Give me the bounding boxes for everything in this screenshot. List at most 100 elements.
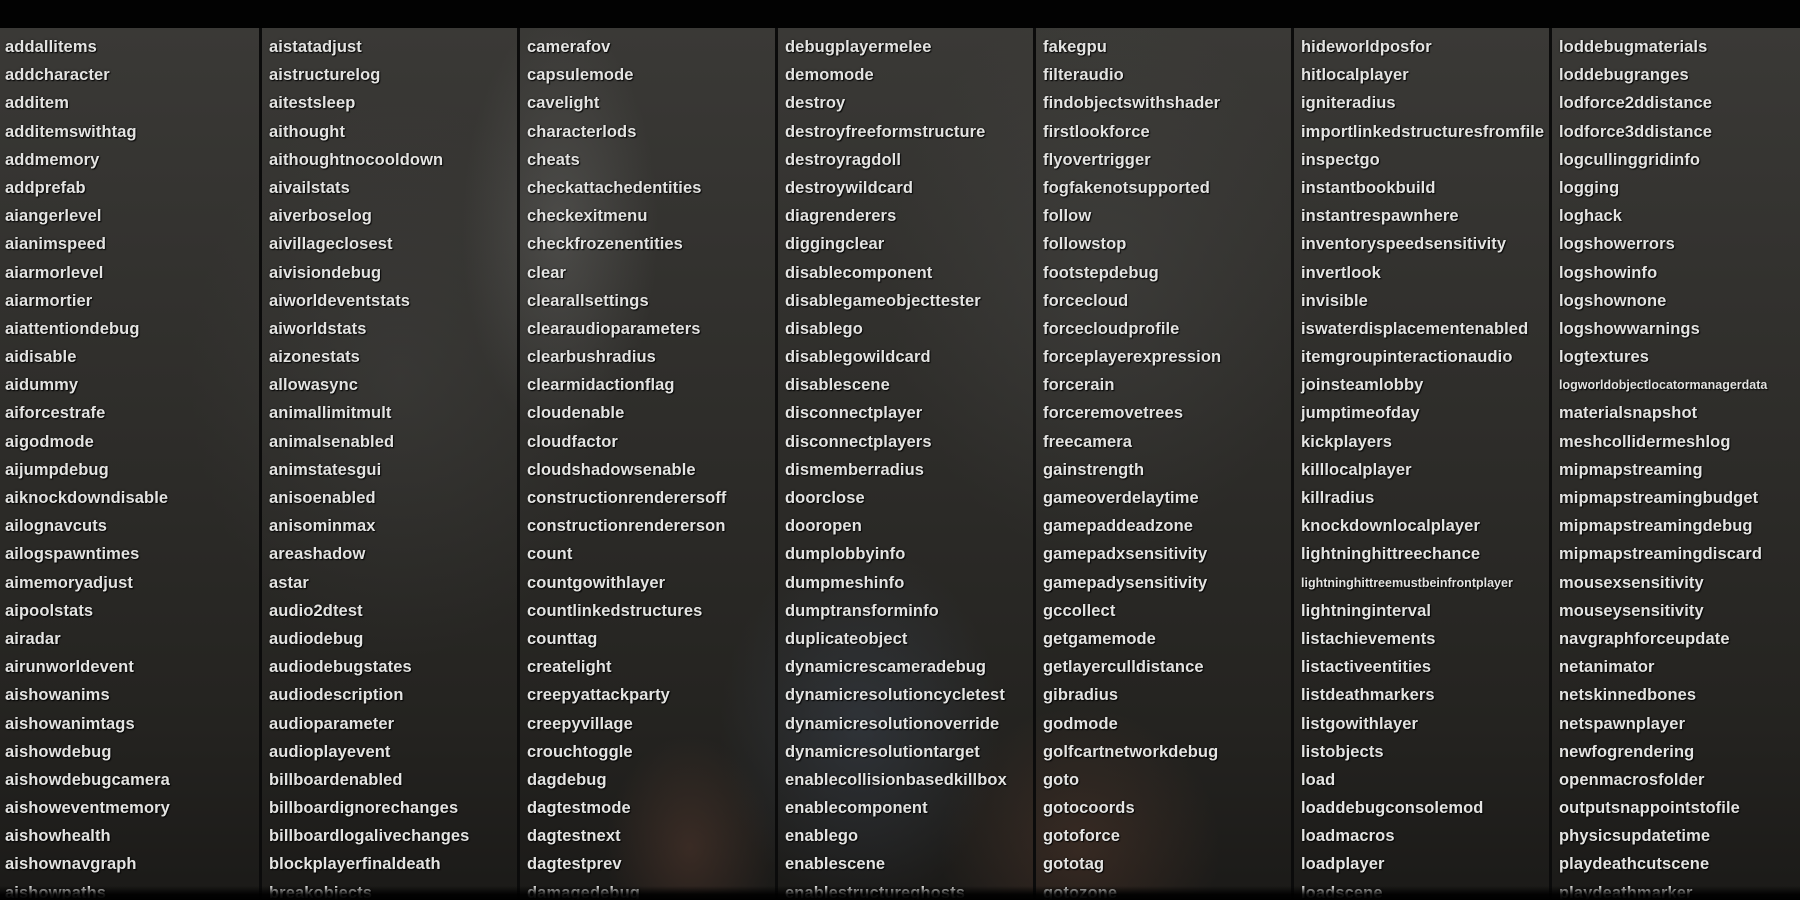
- console-command[interactable]: dumplobbyinfo: [785, 540, 1033, 568]
- console-command[interactable]: netskinnedbones: [1559, 681, 1794, 709]
- console-command[interactable]: followstop: [1043, 230, 1291, 258]
- console-command[interactable]: dumpmeshinfo: [785, 569, 1033, 597]
- console-command[interactable]: audiodebugstates: [269, 653, 517, 681]
- console-command[interactable]: areashadow: [269, 540, 517, 568]
- console-command[interactable]: blockplayerfinaldeath: [269, 850, 517, 878]
- console-command[interactable]: debugplayermelee: [785, 33, 1033, 61]
- console-command[interactable]: loghack: [1559, 202, 1794, 230]
- console-command[interactable]: destroyfreeformstructure: [785, 118, 1033, 146]
- console-command[interactable]: loadmacros: [1301, 822, 1549, 850]
- console-command[interactable]: disablego: [785, 315, 1033, 343]
- console-command[interactable]: aiangerlevel: [5, 202, 259, 230]
- console-command[interactable]: logshownone: [1559, 287, 1794, 315]
- console-command[interactable]: loddebugranges: [1559, 61, 1794, 89]
- console-command[interactable]: aiattentiondebug: [5, 315, 259, 343]
- console-command[interactable]: aiworldeventstats: [269, 287, 517, 315]
- console-command[interactable]: golfcartnetworkdebug: [1043, 738, 1291, 766]
- console-command[interactable]: aithoughtnocooldown: [269, 146, 517, 174]
- console-command[interactable]: addcharacter: [5, 61, 259, 89]
- console-command[interactable]: demomode: [785, 61, 1033, 89]
- console-command[interactable]: getgamemode: [1043, 625, 1291, 653]
- console-command[interactable]: clearaudioparameters: [527, 315, 775, 343]
- console-command[interactable]: aipoolstats: [5, 597, 259, 625]
- console-command[interactable]: aiworldstats: [269, 315, 517, 343]
- console-command[interactable]: dagdebug: [527, 766, 775, 794]
- console-command[interactable]: gotoforce: [1043, 822, 1291, 850]
- console-command[interactable]: navgraphforceupdate: [1559, 625, 1794, 653]
- console-command[interactable]: netanimator: [1559, 653, 1794, 681]
- console-command[interactable]: aizonestats: [269, 343, 517, 371]
- console-command[interactable]: forceplayerexpression: [1043, 343, 1291, 371]
- console-command[interactable]: filteraudio: [1043, 61, 1291, 89]
- console-command[interactable]: airadar: [5, 625, 259, 653]
- console-command[interactable]: inventoryspeedsensitivity: [1301, 230, 1549, 258]
- console-command[interactable]: dynamicresolutionoverride: [785, 710, 1033, 738]
- console-command[interactable]: aijumpdebug: [5, 456, 259, 484]
- console-command[interactable]: enablecollisionbasedkillbox: [785, 766, 1033, 794]
- console-command[interactable]: cloudenable: [527, 399, 775, 427]
- console-command[interactable]: checkfrozenentities: [527, 230, 775, 258]
- console-command[interactable]: forcecloud: [1043, 287, 1291, 315]
- console-command[interactable]: aiarmorlevel: [5, 259, 259, 287]
- console-command[interactable]: diagrenderers: [785, 202, 1033, 230]
- console-command[interactable]: addmemory: [5, 146, 259, 174]
- console-command[interactable]: aivailstats: [269, 174, 517, 202]
- console-command[interactable]: aidisable: [5, 343, 259, 371]
- console-command[interactable]: instantbookbuild: [1301, 174, 1549, 202]
- console-command[interactable]: dagtestmode: [527, 794, 775, 822]
- console-command[interactable]: additem: [5, 89, 259, 117]
- console-command[interactable]: disconnectplayer: [785, 399, 1033, 427]
- console-command[interactable]: clearbushradius: [527, 343, 775, 371]
- console-command[interactable]: aishowdebugcamera: [5, 766, 259, 794]
- console-command[interactable]: logcullinggridinfo: [1559, 146, 1794, 174]
- console-command[interactable]: lightninghittreechance: [1301, 540, 1549, 568]
- console-command[interactable]: count: [527, 540, 775, 568]
- console-command[interactable]: findobjectswithshader: [1043, 89, 1291, 117]
- console-command[interactable]: animallimitmult: [269, 399, 517, 427]
- console-command[interactable]: gamepaddeadzone: [1043, 512, 1291, 540]
- console-command[interactable]: gotocoords: [1043, 794, 1291, 822]
- console-command[interactable]: logshowerrors: [1559, 230, 1794, 258]
- console-command[interactable]: killlocalplayer: [1301, 456, 1549, 484]
- console-command[interactable]: mipmapstreamingbudget: [1559, 484, 1794, 512]
- console-command[interactable]: billboardlogalivechanges: [269, 822, 517, 850]
- console-command[interactable]: dynamicrescameradebug: [785, 653, 1033, 681]
- console-command[interactable]: inspectgo: [1301, 146, 1549, 174]
- console-command[interactable]: aimemoryadjust: [5, 569, 259, 597]
- console-command[interactable]: hitlocalplayer: [1301, 61, 1549, 89]
- console-command[interactable]: billboardenabled: [269, 766, 517, 794]
- console-command[interactable]: addallitems: [5, 33, 259, 61]
- console-command[interactable]: gamepadysensitivity: [1043, 569, 1291, 597]
- console-command[interactable]: physicsupdatetime: [1559, 822, 1794, 850]
- console-command[interactable]: duplicateobject: [785, 625, 1033, 653]
- console-command[interactable]: getlayerculldistance: [1043, 653, 1291, 681]
- console-command[interactable]: cloudfactor: [527, 428, 775, 456]
- console-command[interactable]: listactiveentities: [1301, 653, 1549, 681]
- console-command[interactable]: fakegpu: [1043, 33, 1291, 61]
- console-command[interactable]: itemgroupinteractionaudio: [1301, 343, 1549, 371]
- console-command[interactable]: listobjects: [1301, 738, 1549, 766]
- console-command[interactable]: dynamicresolutiontarget: [785, 738, 1033, 766]
- console-command[interactable]: aistatadjust: [269, 33, 517, 61]
- console-command[interactable]: cavelight: [527, 89, 775, 117]
- console-command[interactable]: disablecomponent: [785, 259, 1033, 287]
- console-command[interactable]: clear: [527, 259, 775, 287]
- console-command[interactable]: disablegameobjecttester: [785, 287, 1033, 315]
- console-command[interactable]: meshcollidermeshlog: [1559, 428, 1794, 456]
- console-command[interactable]: iswaterdisplacementenabled: [1301, 315, 1549, 343]
- console-command[interactable]: lightninginterval: [1301, 597, 1549, 625]
- console-command[interactable]: igniteradius: [1301, 89, 1549, 117]
- console-command[interactable]: dooropen: [785, 512, 1033, 540]
- console-command[interactable]: logging: [1559, 174, 1794, 202]
- console-command[interactable]: airunworldevent: [5, 653, 259, 681]
- console-command[interactable]: instantrespawnhere: [1301, 202, 1549, 230]
- console-command[interactable]: mousexsensitivity: [1559, 569, 1794, 597]
- console-command[interactable]: forceremovetrees: [1043, 399, 1291, 427]
- console-command[interactable]: mipmapstreamingdiscard: [1559, 540, 1794, 568]
- console-command[interactable]: disconnectplayers: [785, 428, 1033, 456]
- console-command[interactable]: fogfakenotsupported: [1043, 174, 1291, 202]
- console-command[interactable]: aivisiondebug: [269, 259, 517, 287]
- console-command[interactable]: aishowdebug: [5, 738, 259, 766]
- console-command[interactable]: gccollect: [1043, 597, 1291, 625]
- console-command[interactable]: logworldobjectlocatormanagerdata: [1559, 371, 1794, 399]
